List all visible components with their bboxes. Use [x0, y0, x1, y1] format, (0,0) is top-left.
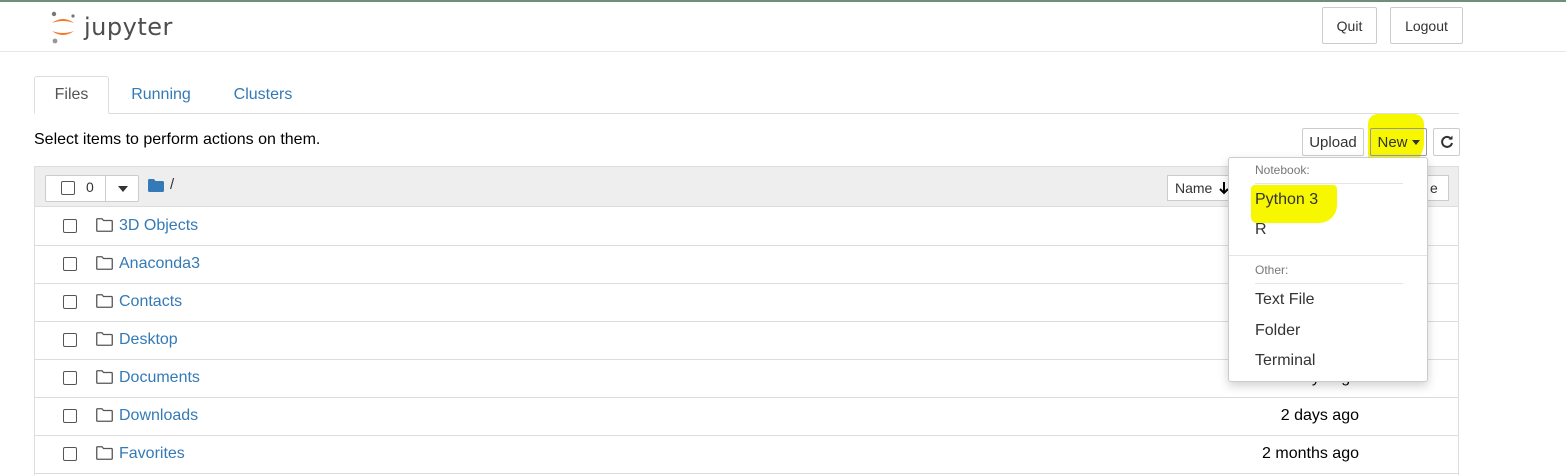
folder-icon — [96, 408, 113, 422]
new-button-label: New — [1377, 133, 1408, 151]
sort-modified-label-partial: e — [1430, 180, 1438, 196]
menu-item-folder[interactable]: Folder — [1255, 322, 1300, 340]
folder-icon — [96, 370, 113, 384]
menu-header-underline — [1255, 283, 1403, 284]
logo-text: jupyter — [84, 13, 173, 41]
item-name-link[interactable]: Favorites — [119, 445, 185, 463]
menu-divider — [1229, 255, 1427, 256]
list-item[interactable]: Downloads 2 days ago — [35, 398, 1458, 436]
upload-button[interactable]: Upload — [1302, 128, 1364, 156]
jupyter-logo[interactable]: jupyter — [48, 10, 173, 44]
item-name-link[interactable]: Downloads — [119, 407, 198, 425]
folder-solid-icon[interactable] — [148, 179, 164, 192]
item-name-link[interactable]: Anaconda3 — [119, 255, 200, 273]
row-checkbox[interactable] — [63, 371, 77, 385]
menu-item-terminal[interactable]: Terminal — [1255, 352, 1315, 370]
new-dropdown-menu: Notebook: Python 3 R Other: Text File Fo… — [1228, 157, 1428, 382]
folder-icon — [96, 332, 113, 346]
menu-header-notebook: Notebook: — [1255, 163, 1310, 177]
folder-icon — [96, 446, 113, 460]
select-caret-down-icon[interactable] — [118, 186, 128, 192]
folder-icon — [96, 294, 113, 308]
tab-clusters[interactable]: Clusters — [224, 76, 302, 114]
row-checkbox[interactable] — [63, 333, 77, 347]
refresh-button[interactable] — [1433, 128, 1460, 156]
selected-count: 0 — [86, 179, 94, 195]
tab-running[interactable]: Running — [122, 76, 200, 114]
menu-item-text-file[interactable]: Text File — [1255, 291, 1315, 309]
sort-name-label: Name — [1175, 180, 1213, 196]
tab-files[interactable]: Files — [34, 76, 109, 114]
refresh-icon — [1440, 135, 1453, 148]
item-modified: 2 months ago — [1262, 445, 1359, 462]
row-checkbox[interactable] — [63, 219, 77, 233]
tab-bar: Files Running Clusters — [34, 76, 1459, 114]
folder-icon — [96, 256, 113, 270]
menu-header-other: Other: — [1255, 263, 1289, 277]
select-all-checkbox[interactable] — [61, 181, 75, 195]
jupyter-logo-icon — [48, 10, 78, 44]
menu-item-r[interactable]: R — [1255, 221, 1267, 239]
row-checkbox[interactable] — [63, 409, 77, 423]
menu-header-underline — [1255, 183, 1403, 184]
select-all-group: 0 — [45, 175, 139, 202]
row-checkbox[interactable] — [63, 257, 77, 271]
menu-item-python3[interactable]: Python 3 — [1255, 191, 1318, 209]
row-checkbox[interactable] — [63, 295, 77, 309]
caret-down-icon — [1411, 139, 1420, 145]
folder-icon — [96, 218, 113, 232]
breadcrumb-root[interactable]: / — [170, 176, 174, 193]
item-name-link[interactable]: Documents — [119, 369, 200, 387]
row-checkbox[interactable] — [63, 447, 77, 461]
instructions-text: Select items to perform actions on them. — [34, 131, 321, 148]
item-name-link[interactable]: 3D Objects — [119, 217, 198, 235]
app-header: jupyter Quit Logout — [0, 2, 1566, 52]
item-name-link[interactable]: Desktop — [119, 331, 178, 349]
list-item[interactable]: Favorites 2 months ago — [35, 436, 1458, 474]
item-modified: 2 days ago — [1280, 407, 1359, 424]
select-all-checkbox-button[interactable]: 0 — [46, 176, 106, 201]
logout-button[interactable]: Logout — [1390, 7, 1463, 44]
new-dropdown-button[interactable]: New — [1370, 128, 1427, 156]
quit-button[interactable]: Quit — [1322, 7, 1377, 44]
item-name-link[interactable]: Contacts — [119, 293, 182, 311]
sort-by-name-button[interactable]: Name — [1167, 175, 1237, 201]
